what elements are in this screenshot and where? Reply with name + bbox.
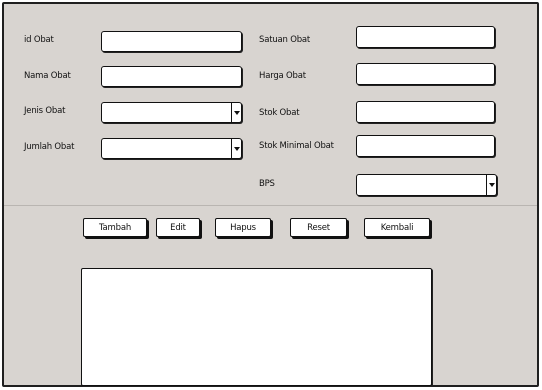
obat-form-window: id Obat Nama Obat Jenis Obat Jumlah Obat… xyxy=(2,2,539,387)
label-satuan-obat: Satuan Obat xyxy=(259,35,311,45)
nama-obat-input[interactable] xyxy=(101,66,242,87)
label-stok-obat: Stok Obat xyxy=(259,108,300,118)
jumlah-obat-select[interactable] xyxy=(101,138,242,159)
edit-button[interactable]: Edit xyxy=(156,218,200,237)
chevron-down-icon[interactable] xyxy=(231,103,241,122)
label-id-obat: id Obat xyxy=(24,35,54,45)
label-stok-minimal-obat: Stok Minimal Obat xyxy=(259,141,334,151)
label-nama-obat: Nama Obat xyxy=(24,71,71,81)
satuan-obat-input[interactable] xyxy=(356,26,495,48)
stok-minimal-obat-input[interactable] xyxy=(356,135,495,157)
label-jenis-obat: Jenis Obat xyxy=(24,106,66,116)
label-bps: BPS xyxy=(259,179,275,189)
tambah-button[interactable]: Tambah xyxy=(83,218,147,237)
hapus-button[interactable]: Hapus xyxy=(215,218,271,237)
obat-table[interactable] xyxy=(81,268,432,386)
section-divider xyxy=(4,205,537,206)
label-jumlah-obat: Jumlah Obat xyxy=(24,142,75,152)
label-harga-obat: Harga Obat xyxy=(259,71,306,81)
id-obat-input[interactable] xyxy=(101,31,242,52)
chevron-down-icon[interactable] xyxy=(231,139,241,158)
chevron-down-icon[interactable] xyxy=(486,175,496,195)
jenis-obat-select[interactable] xyxy=(101,102,242,123)
harga-obat-input[interactable] xyxy=(356,63,495,85)
stok-obat-input[interactable] xyxy=(356,101,495,123)
kembali-button[interactable]: Kembali xyxy=(364,218,430,237)
bps-select[interactable] xyxy=(356,174,497,196)
reset-button[interactable]: Reset xyxy=(290,218,347,237)
